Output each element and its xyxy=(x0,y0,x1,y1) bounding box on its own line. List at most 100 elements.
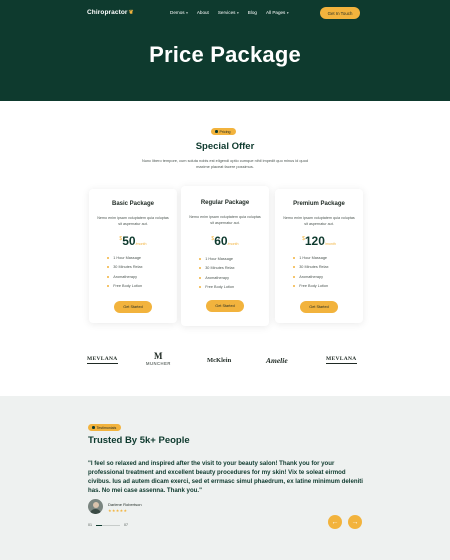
price-amount: 60 xyxy=(214,234,228,248)
price-period: /month xyxy=(135,242,147,246)
get-started-button[interactable]: Get Started xyxy=(206,300,244,312)
leaf-icon: ❦ xyxy=(128,10,134,16)
card-subtitle: Nemo enim ipsam voluptatem quia voluptas… xyxy=(283,216,355,226)
price-amount: 120 xyxy=(304,234,325,248)
pricing-badge: Pricing xyxy=(211,128,236,135)
bullet-icon xyxy=(107,275,110,278)
menu-item-services[interactable]: Services ▾ xyxy=(218,10,239,15)
bullet-icon xyxy=(107,256,110,259)
card-price: $120/month xyxy=(275,232,363,250)
menu-item-demos[interactable]: Demos ▾ xyxy=(170,10,188,15)
pricing-card-premium: Premium Package Nemo enim ipsam voluptat… xyxy=(275,189,363,323)
feature-label: Free Body Lotion xyxy=(205,285,235,290)
get-started-button[interactable]: Get Started xyxy=(114,301,152,313)
page-total: 07 xyxy=(124,523,128,527)
feature-list: 1 Hour Massage 30 Minutes Relax Aromathe… xyxy=(293,253,329,291)
feature-label: 30 Minutes Relax xyxy=(299,265,329,270)
testimonials-badge: Testimonials xyxy=(88,424,122,431)
feature-item: 30 Minutes Relax xyxy=(107,263,143,273)
next-slide-button[interactable]: → xyxy=(348,515,362,529)
feature-label: 30 Minutes Relax xyxy=(113,265,143,270)
brand-logo-mcklein: McKlein xyxy=(207,357,232,364)
bullet-icon xyxy=(293,266,296,269)
dot-icon xyxy=(92,426,95,429)
logo-text: Chiropractor xyxy=(87,9,128,16)
card-title: Premium Package xyxy=(293,201,345,207)
hero-banner: Chiropractor❦ Demos ▾ About Services ▾ Blo… xyxy=(0,0,450,101)
page-title: Price Package xyxy=(149,42,301,67)
feature-item: 30 Minutes Relax xyxy=(293,263,329,273)
card-title: Basic Package xyxy=(111,201,155,207)
brand-logo-strip: MEVLANA M MUNCHER McKlein Amelie MEVLANA xyxy=(0,348,450,374)
feature-item: Aromatherapy xyxy=(107,272,143,282)
badge-label: Pricing xyxy=(219,129,231,134)
star-rating: ★★★★★ xyxy=(108,508,128,513)
feature-label: Free Body Lotion xyxy=(113,284,143,289)
card-title: Regular Package xyxy=(200,200,250,206)
card-subtitle: Nemo enim ipsam voluptatem quia voluptas… xyxy=(189,215,261,225)
feature-item: 1 Hour Massage xyxy=(199,254,235,264)
bullet-icon xyxy=(199,286,202,289)
feature-item: 1 Hour Massage xyxy=(107,253,143,263)
menu-label: Demos xyxy=(170,10,185,15)
main-menu: Demos ▾ About Services ▾ Blog All Pages ▾ xyxy=(170,10,298,15)
card-price: $60/month xyxy=(181,232,269,250)
feature-label: 1 Hour Massage xyxy=(299,255,328,260)
site-logo[interactable]: Chiropractor❦ xyxy=(87,9,134,16)
feature-list: 1 Hour Massage 30 Minutes Relax Aromathe… xyxy=(107,253,143,291)
pricing-description: Nunc libero tempore, cum soluta nobis es… xyxy=(141,158,309,169)
chevron-down-icon: ▾ xyxy=(236,10,239,15)
pricing-title: Special Offer xyxy=(195,141,255,152)
avatar-head xyxy=(92,502,99,508)
feature-item: 1 Hour Massage xyxy=(293,253,329,263)
top-navbar: Chiropractor❦ Demos ▾ About Services ▾ Blo… xyxy=(0,0,450,26)
price-amount: 50 xyxy=(122,234,136,248)
bullet-icon xyxy=(199,257,202,260)
avatar xyxy=(88,499,103,514)
get-started-button[interactable]: Get Started xyxy=(300,301,338,313)
bullet-icon xyxy=(199,267,202,270)
testimonial-quote: "I feel so relaxed and inspired after th… xyxy=(88,460,363,494)
brand-monogram: M xyxy=(153,351,163,361)
avatar-body xyxy=(90,509,101,514)
menu-item-blog[interactable]: Blog xyxy=(248,10,257,15)
chevron-down-icon: ▾ xyxy=(286,10,289,15)
bullet-icon xyxy=(293,256,296,259)
testimonials-section: Testimonials Trusted By 5k+ People "I fe… xyxy=(0,396,450,560)
progress-line xyxy=(96,524,120,526)
card-price: $50/month xyxy=(89,232,177,250)
bullet-icon xyxy=(293,285,296,288)
testimonials-title: Trusted By 5k+ People xyxy=(88,435,190,446)
bullet-icon xyxy=(293,275,296,278)
feature-label: 1 Hour Massage xyxy=(113,255,142,260)
bullet-icon xyxy=(199,276,202,279)
feature-item: Free Body Lotion xyxy=(107,282,143,292)
brand-logo-mevlana: MEVLANA xyxy=(87,356,118,364)
get-in-touch-button[interactable]: Get In Touch xyxy=(320,7,360,19)
progress-fill xyxy=(96,524,102,526)
feature-label: Aromatherapy xyxy=(205,275,230,280)
dot-icon xyxy=(215,130,218,133)
author-name: Darlene Robertson xyxy=(108,502,142,507)
bullet-icon xyxy=(107,285,110,288)
arrow-left-icon: ← xyxy=(331,518,339,526)
brand-wordmark: MUNCHER xyxy=(146,361,171,366)
menu-item-about[interactable]: About xyxy=(197,10,209,15)
menu-label: Blog xyxy=(247,10,257,15)
price-period: /month xyxy=(324,242,336,246)
badge-label: Testimonials xyxy=(96,425,117,430)
chevron-down-icon: ▾ xyxy=(186,10,188,15)
menu-label: Services xyxy=(217,10,236,15)
price-period: /month xyxy=(227,242,239,246)
feature-label: Aromatherapy xyxy=(299,274,324,279)
pricing-card-regular: Regular Package Nemo enim ipsam voluptat… xyxy=(181,186,269,326)
menu-item-all-pages[interactable]: All Pages ▾ xyxy=(266,10,289,15)
brand-logo-amelie: Amelie xyxy=(266,356,288,365)
arrow-right-icon: → xyxy=(351,518,359,526)
page-current: 01 xyxy=(88,523,92,527)
feature-list: 1 Hour Massage 30 Minutes Relax Aromathe… xyxy=(199,254,235,292)
feature-item: Aromatherapy xyxy=(199,273,235,283)
prev-slide-button[interactable]: ← xyxy=(328,515,342,529)
feature-label: Free Body Lotion xyxy=(299,284,329,289)
feature-item: 30 Minutes Relax xyxy=(199,264,235,274)
